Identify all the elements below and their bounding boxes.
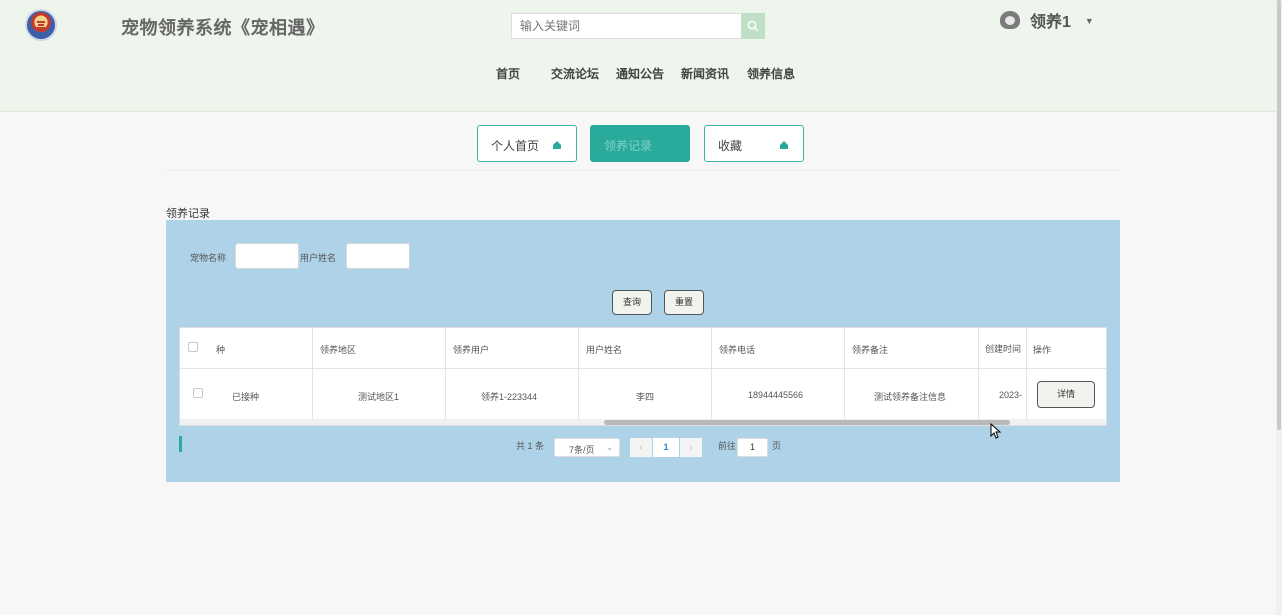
- col-divider: [312, 328, 313, 420]
- prev-page-button[interactable]: ‹: [630, 438, 652, 457]
- cell-user-name: 李四: [636, 392, 655, 402]
- chevron-down-icon: ⌄: [606, 443, 613, 452]
- temple-icon: [37, 19, 45, 29]
- search-button[interactable]: [741, 13, 765, 39]
- pet-name-input[interactable]: [235, 243, 299, 269]
- home-icon: [780, 141, 788, 149]
- tab-label: 领养记录: [604, 139, 653, 153]
- page-suffix: 页: [772, 441, 782, 451]
- cell-vaccination: 已接种: [232, 392, 260, 402]
- detail-button[interactable]: 详情: [1037, 381, 1095, 408]
- table-horizontal-scrollbar[interactable]: [180, 419, 1106, 425]
- row-checkbox[interactable]: [193, 388, 203, 398]
- cell-created: 2023-: [999, 390, 1023, 400]
- col-divider: [844, 328, 845, 420]
- records-table: 种 领养地区 领养用户 用户姓名 领养电话 领养备注 创建时间 操作 已接种 测…: [179, 327, 1107, 426]
- cell-note: 测试领养备注信息: [874, 392, 947, 402]
- user-avatar-icon: [1000, 11, 1020, 29]
- user-name-input[interactable]: [346, 243, 410, 269]
- reset-button[interactable]: 重置: [664, 290, 704, 315]
- mouse-cursor-icon: [990, 423, 1002, 439]
- tab-adoption-records[interactable]: 领养记录: [590, 125, 690, 162]
- section-title: 领养记录: [166, 208, 210, 220]
- page-scrollbar-thumb[interactable]: [1277, 0, 1281, 430]
- cell-phone: 18944445566: [748, 390, 804, 400]
- cell-region: 测试地区1: [358, 392, 400, 402]
- next-page-button[interactable]: ›: [680, 438, 702, 457]
- header-user-name: 用户姓名: [586, 345, 623, 355]
- user-name-label: 用户姓名: [300, 253, 337, 263]
- pet-name-label: 宠物名称: [190, 253, 227, 263]
- page-scrollbar[interactable]: [1276, 0, 1282, 615]
- site-logo[interactable]: [25, 9, 57, 41]
- goto-page-input[interactable]: 1: [737, 438, 768, 457]
- divider: [166, 170, 1120, 171]
- table-scrollbar-thumb[interactable]: [604, 420, 1010, 425]
- query-button[interactable]: 查询: [612, 290, 652, 315]
- header-phone: 领养电话: [719, 345, 756, 355]
- select-all-checkbox[interactable]: [188, 342, 198, 352]
- col-divider: [978, 328, 979, 420]
- nav-item-forum[interactable]: 交流论坛: [551, 65, 599, 82]
- tab-favorites[interactable]: 收藏: [704, 125, 804, 162]
- page-size-select[interactable]: 7条/页 ⌄: [554, 438, 620, 457]
- header-created: 创建时间: [985, 344, 1022, 354]
- col-divider: [578, 328, 579, 420]
- col-divider: [1026, 328, 1027, 420]
- user-name: 领养1: [1030, 14, 1071, 31]
- accent-bar: [179, 436, 182, 452]
- tab-personal-home[interactable]: 个人首页: [477, 125, 577, 162]
- nav-item-home[interactable]: 首页: [496, 65, 520, 82]
- header-actions: 操作: [1033, 345, 1052, 355]
- nav-item-adoption[interactable]: 领养信息: [747, 65, 795, 82]
- header-vaccination: 种: [216, 345, 226, 355]
- search-icon: [747, 20, 759, 32]
- nav-item-notice[interactable]: 通知公告: [616, 65, 664, 82]
- records-panel: 宠物名称 用户姓名 查询 重置 种 领养地区 领养用户 用户姓名 领养电话 领养…: [166, 220, 1120, 482]
- col-divider: [711, 328, 712, 420]
- total-count: 共 1 条: [516, 441, 545, 451]
- home-icon: [553, 141, 561, 149]
- search-input[interactable]: [512, 14, 737, 38]
- tab-label: 个人首页: [491, 139, 540, 153]
- header-adopter: 领养用户: [453, 345, 490, 355]
- header-region: 领养地区: [320, 345, 357, 355]
- user-menu[interactable]: 领养1 ▼: [1000, 8, 1094, 32]
- top-header: 宠物领养系统《宠相遇》 领养1 ▼ 首页 交流论坛 通知公告 新闻资讯 领养信息: [0, 0, 1276, 112]
- site-title: 宠物领养系统《宠相遇》: [121, 18, 325, 38]
- tab-label: 收藏: [718, 139, 743, 153]
- col-divider: [445, 328, 446, 420]
- header-note: 领养备注: [852, 345, 889, 355]
- search-bar: [511, 13, 765, 39]
- page-size-value: 7条/页: [569, 445, 595, 455]
- nav-item-news[interactable]: 新闻资讯: [681, 65, 729, 82]
- cell-adopter: 领养1-223344: [481, 392, 538, 402]
- page-number-current[interactable]: 1: [653, 438, 679, 457]
- goto-label: 前往: [718, 441, 737, 451]
- row-divider: [180, 368, 1106, 369]
- caret-down-icon[interactable]: ▼: [1085, 16, 1094, 26]
